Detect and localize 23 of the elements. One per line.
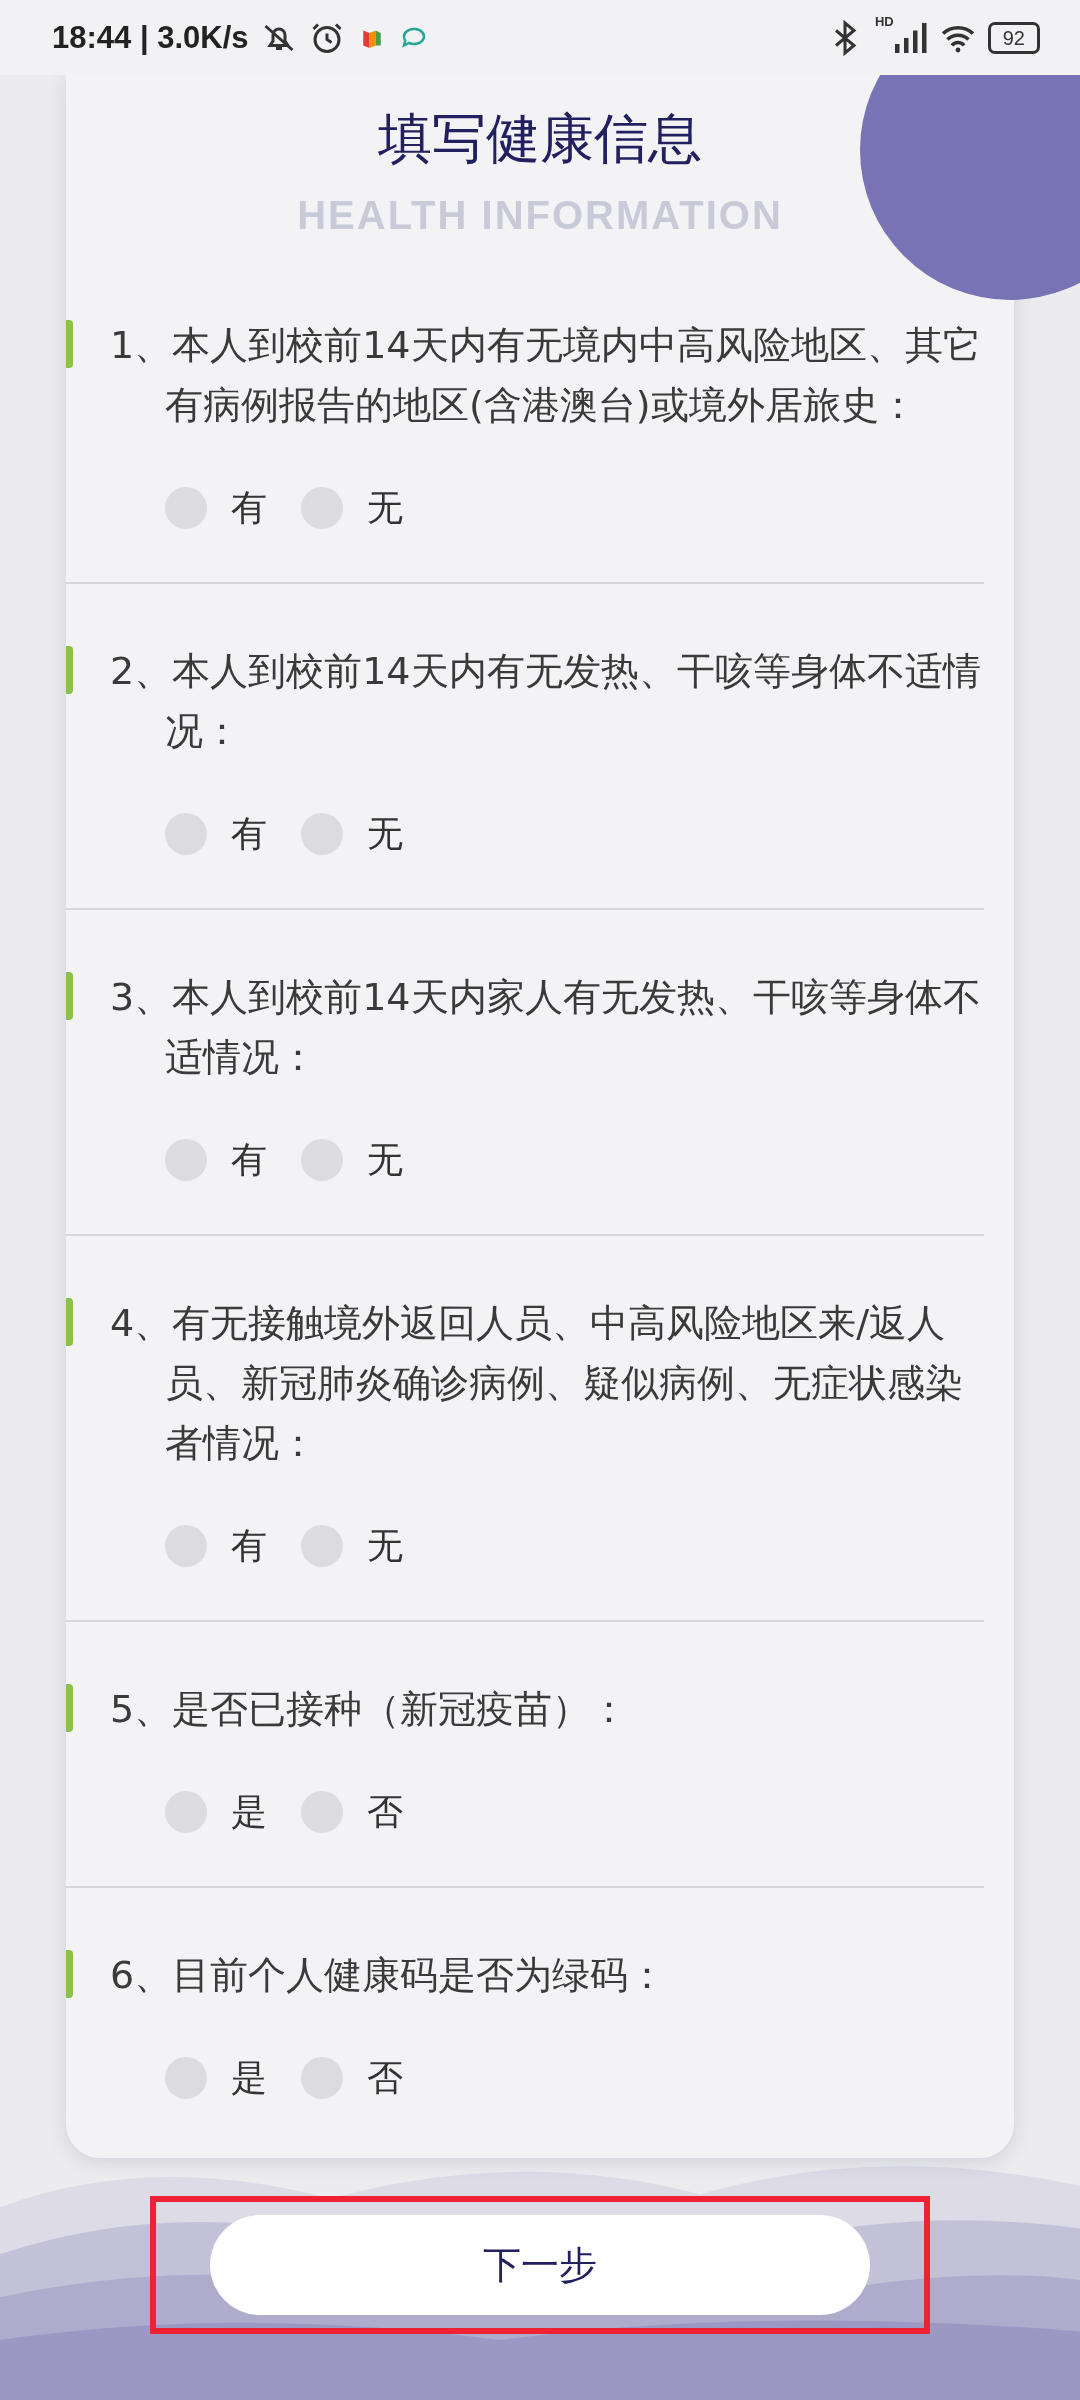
option-label: 无 <box>367 811 403 856</box>
battery-level: 92 <box>987 21 1040 54</box>
option-label: 有 <box>231 1137 267 1182</box>
option-label: 无 <box>367 485 403 530</box>
page-title: 填写健康信息 <box>377 106 703 172</box>
question-text: 2、本人到校前14天内有无发热、干咳等身体不适情况： <box>110 648 982 755</box>
option-label: 是 <box>231 1789 267 1834</box>
question-text: 5、是否已接种（新冠疫苗）： <box>110 1686 630 1733</box>
question-text: 3、本人到校前14天内家人有无发热、干咳等身体不适情况： <box>110 974 982 1081</box>
option-label: 否 <box>367 2055 403 2100</box>
question-text: 6、目前个人健康码是否为绿码： <box>110 1952 668 1999</box>
option-label: 无 <box>367 1523 403 1568</box>
question-text: 4、有无接触境外返回人员、中高风险地区来/返人员、新冠肺炎确诊病例、疑似病例、无症状感染者情况： <box>110 1300 964 1467</box>
option-label: 否 <box>367 1789 403 1834</box>
question-text: 1、本人到校前14天内有无境内中高风险地区、其它有病例报告的地区(含港澳台)或境外居旅史： <box>110 322 982 429</box>
option-label: 无 <box>367 1137 403 1182</box>
option-label: 有 <box>231 485 267 530</box>
status-time-speed: 18:44 | 3.0K/s <box>52 19 249 56</box>
next-button[interactable]: 下一步 <box>210 2215 870 2315</box>
option-label: 有 <box>231 1523 267 1568</box>
option-label: 是 <box>231 2055 267 2100</box>
network-label: HD <box>874 14 894 29</box>
option-label: 有 <box>231 811 267 856</box>
